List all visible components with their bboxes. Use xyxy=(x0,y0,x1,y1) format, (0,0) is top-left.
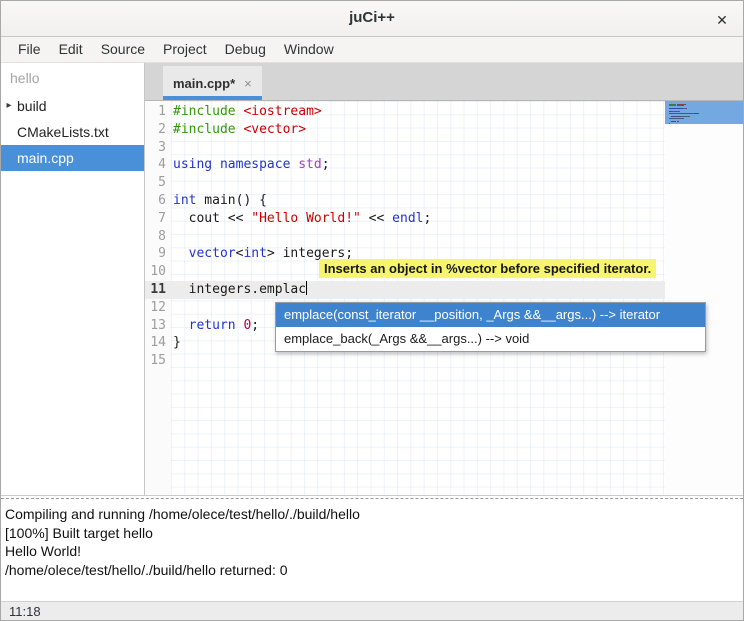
code-line[interactable] xyxy=(173,139,431,157)
output-line: Compiling and running /home/olece/test/h… xyxy=(5,505,739,524)
line-number: 3 xyxy=(145,139,166,157)
code-line[interactable]: #include <iostream> xyxy=(173,103,431,121)
output-line: Hello World! xyxy=(5,542,739,561)
code-line[interactable] xyxy=(173,352,431,370)
project-name-label: hello xyxy=(1,63,144,93)
active-tab-underline xyxy=(163,96,262,100)
menu-bar: FileEditSourceProjectDebugWindow xyxy=(1,37,743,63)
code-line[interactable]: cout << "Hello World!" << endl; xyxy=(173,210,431,228)
tree-item-label: build xyxy=(17,93,47,119)
code-line[interactable] xyxy=(173,174,431,192)
status-bar: 11:18 xyxy=(1,601,743,621)
menu-item-debug[interactable]: Debug xyxy=(216,37,275,62)
menu-item-project[interactable]: Project xyxy=(154,37,216,62)
sidebar-item-cmakelists-txt[interactable]: CMakeLists.txt xyxy=(1,119,144,145)
menu-item-edit[interactable]: Edit xyxy=(50,37,92,62)
window-title: juCi++ xyxy=(1,9,743,26)
autocomplete-popup: emplace(const_iterator __position, _Args… xyxy=(275,302,706,352)
line-number: 14 xyxy=(145,334,166,352)
output-line: /home/olece/test/hello/./build/hello ret… xyxy=(5,561,739,580)
line-number: 15 xyxy=(145,352,166,370)
text-cursor xyxy=(306,281,307,295)
file-tree: ▸buildCMakeLists.txtmain.cpp xyxy=(1,93,144,171)
menu-item-file[interactable]: File xyxy=(9,37,50,62)
minimap[interactable] xyxy=(665,101,743,495)
sidebar-item-main-cpp[interactable]: main.cpp xyxy=(1,145,144,171)
tree-item-label: CMakeLists.txt xyxy=(17,119,109,145)
line-number: 12 xyxy=(145,299,166,317)
line-number: 10 xyxy=(145,263,166,281)
code-line[interactable] xyxy=(173,228,431,246)
completion-item[interactable]: emplace_back(_Args &&__args...) --> void xyxy=(276,327,705,351)
title-bar[interactable]: juCi++ ✕ xyxy=(1,1,743,37)
file-tree-sidebar: hello ▸buildCMakeLists.txtmain.cpp xyxy=(1,63,145,495)
code-editor[interactable]: 123456789101112131415 #include <iostream… xyxy=(145,101,743,495)
line-number: 13 xyxy=(145,317,166,335)
line-number: 11 xyxy=(145,281,166,299)
tab-bar: main.cpp* × xyxy=(145,63,743,101)
menu-item-window[interactable]: Window xyxy=(275,37,343,62)
line-number: 1 xyxy=(145,103,166,121)
line-number: 9 xyxy=(145,245,166,263)
tab-close-icon[interactable]: × xyxy=(244,77,252,90)
line-number: 6 xyxy=(145,192,166,210)
minimap-code-lines xyxy=(669,104,699,126)
main-content: hello ▸buildCMakeLists.txtmain.cpp main.… xyxy=(1,63,743,496)
build-output-panel[interactable]: Compiling and running /home/olece/test/h… xyxy=(1,502,743,601)
tree-item-label: main.cpp xyxy=(17,145,74,171)
code-line[interactable]: int main() { xyxy=(173,192,431,210)
juci-window: juCi++ ✕ FileEditSourceProjectDebugWindo… xyxy=(0,0,744,621)
output-line: [100%] Built target hello xyxy=(5,524,739,543)
line-number: 8 xyxy=(145,228,166,246)
close-icon[interactable]: ✕ xyxy=(711,9,733,31)
doc-tooltip: Inserts an object in %vector before spec… xyxy=(319,259,656,278)
status-time: 11:18 xyxy=(9,604,41,619)
expander-triangle-icon[interactable]: ▸ xyxy=(1,93,17,119)
splitter-dash-line xyxy=(1,498,743,499)
minimap-line xyxy=(669,124,699,125)
line-numbers: 123456789101112131415 xyxy=(145,103,166,370)
code-line[interactable]: integers.emplac xyxy=(173,281,431,299)
tab-main-cpp[interactable]: main.cpp* × xyxy=(163,66,262,100)
tab-label: main.cpp* xyxy=(173,76,235,91)
completion-item[interactable]: emplace(const_iterator __position, _Args… xyxy=(276,303,705,327)
line-number: 4 xyxy=(145,156,166,174)
code-line[interactable]: using namespace std; xyxy=(173,156,431,174)
minimap-line xyxy=(669,113,699,114)
menu-item-source[interactable]: Source xyxy=(92,37,154,62)
sidebar-item-build[interactable]: ▸build xyxy=(1,93,144,119)
line-number: 5 xyxy=(145,174,166,192)
code-line[interactable]: #include <vector> xyxy=(173,121,431,139)
line-number: 2 xyxy=(145,121,166,139)
line-number: 7 xyxy=(145,210,166,228)
